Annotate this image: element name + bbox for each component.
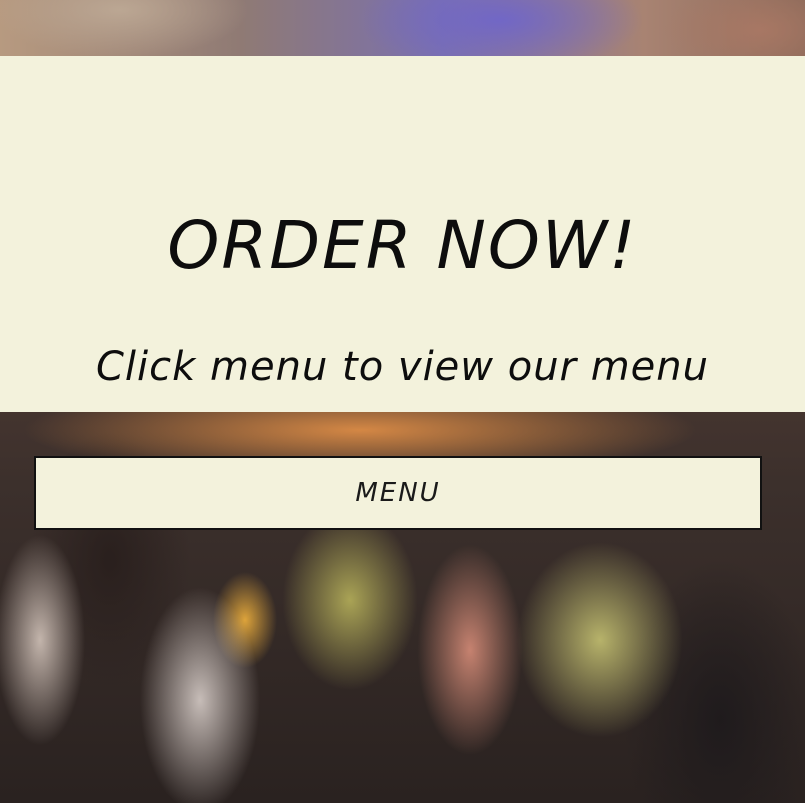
hero-panel: ORDER NOW! Click menu to view our menu (0, 56, 805, 412)
hero-title: ORDER NOW! (167, 207, 638, 284)
hero-subtitle: Click menu to view our menu (96, 344, 709, 390)
menu-button[interactable]: MENU (34, 456, 762, 530)
background-photo-top (0, 0, 805, 56)
